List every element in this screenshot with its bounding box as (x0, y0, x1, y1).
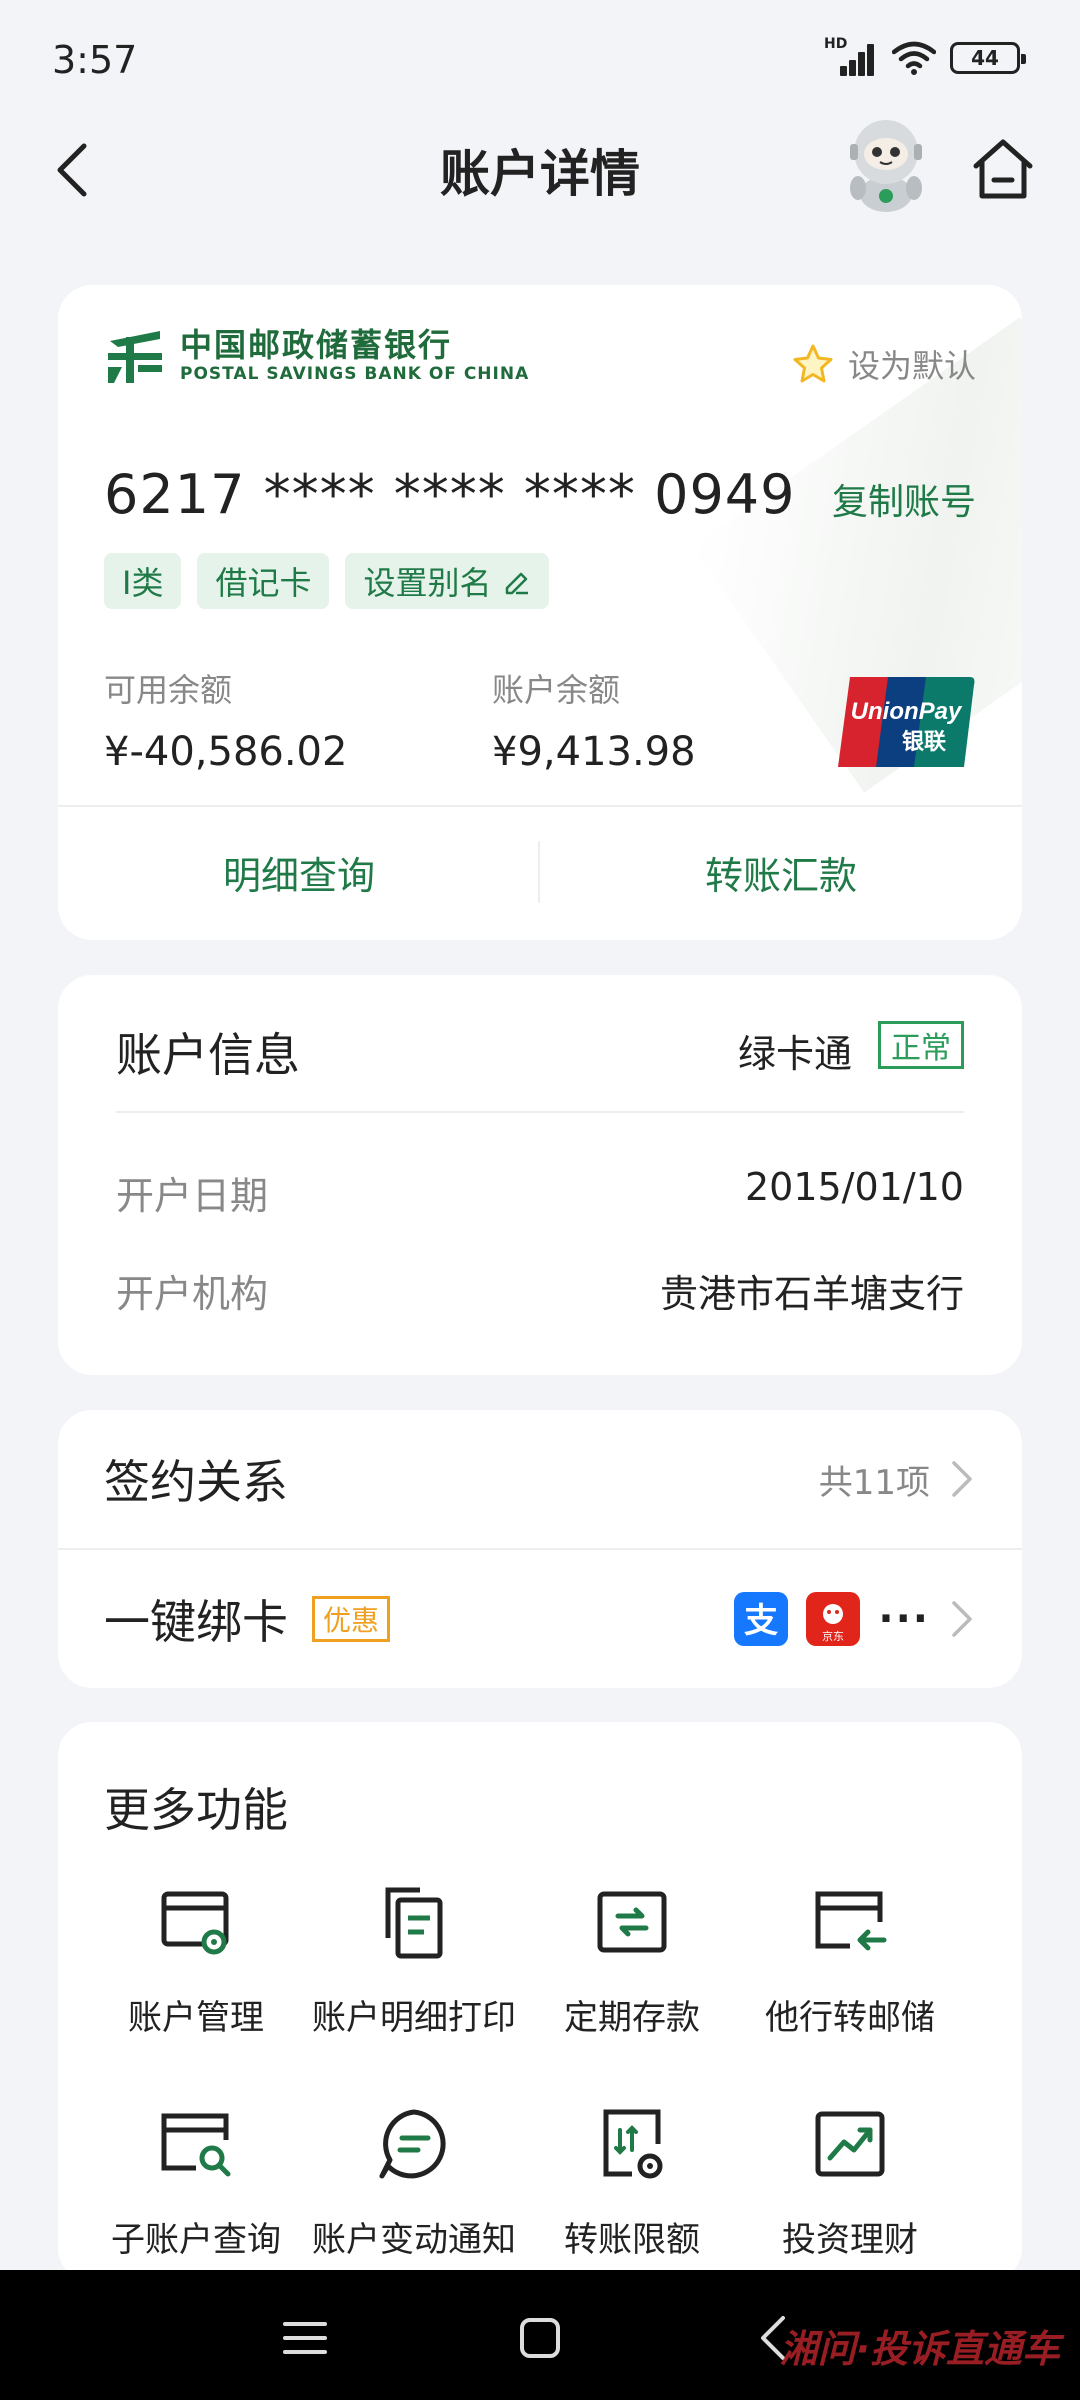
sub-account-search-icon (161, 2113, 231, 2177)
account-card: 中国邮政储蓄银行 POSTAL SAVINGS BANK OF CHINA 设为… (58, 285, 1022, 940)
func-investment[interactable]: 投资理财 (730, 2104, 970, 2261)
account-balance-label: 账户余额 (492, 671, 621, 709)
system-nav-bar: 湘问·投诉直通车 (0, 2270, 1080, 2400)
bank-name-cn: 中国邮政储蓄银行 (180, 326, 453, 364)
svg-text:京东: 京东 (822, 1629, 844, 1643)
battery-level: 44 (971, 46, 999, 70)
menu-icon[interactable] (275, 2308, 335, 2368)
func-account-manage[interactable]: 账户管理 (76, 1882, 316, 2039)
jd-icon: 京东 (806, 1592, 861, 1646)
func-fixed-deposit[interactable]: 定期存款 (512, 1882, 752, 2039)
available-balance: 可用余额 ¥-40,586.02 (104, 665, 347, 775)
account-balance-value: ¥9,413.98 (492, 729, 696, 775)
tag-class: I类 (104, 553, 182, 609)
wifi-icon (892, 41, 936, 75)
card-number: 6217 **** **** **** 0949 (104, 463, 796, 526)
watermark: 湘问·投诉直通车 (779, 2327, 1060, 2371)
robot-mascot-icon[interactable] (836, 114, 936, 214)
star-icon (793, 344, 833, 383)
home-square-icon[interactable] (510, 2308, 570, 2368)
more-functions-card: 更多功能 账户管理 账户明细打印 定期存款 他行转邮储 子账户查询 账户变动通知… (58, 1722, 1022, 2282)
sign-relations-title: 签约关系 (104, 1455, 288, 1509)
transaction-query-button[interactable]: 明细查询 (58, 805, 540, 940)
pencil-icon (506, 572, 529, 595)
svg-text:UnionPay: UnionPay (851, 698, 963, 725)
svg-text:银联: 银联 (902, 730, 946, 755)
statement-print-icon (385, 1887, 443, 1959)
quick-bind-row[interactable]: 一键绑卡 优惠 支 京东 ··· (104, 1550, 976, 1688)
status-time: 3:57 (52, 38, 138, 82)
network-type: HD (824, 36, 848, 52)
set-alias-button[interactable]: 设置别名 (345, 553, 550, 609)
func-statement-print[interactable]: 账户明细打印 (294, 1882, 534, 2039)
change-notice-icon (379, 2109, 446, 2179)
chevron-right-icon (952, 1461, 972, 1497)
tags: I类 借记卡 设置别名 (104, 553, 550, 609)
account-info-card: 账户信息 绿卡通 正常 开户日期 2015/01/10 开户机构 贵港市石羊塘支… (58, 975, 1022, 1375)
sign-relations-row[interactable]: 签约关系 共11项 (104, 1410, 976, 1548)
status-badge: 正常 (878, 1021, 964, 1069)
func-transfer-limit[interactable]: 转账限额 (512, 2104, 752, 2261)
transfer-button[interactable]: 转账汇款 (540, 805, 1022, 940)
home-icon[interactable] (968, 134, 1038, 204)
func-transfer-in[interactable]: 他行转邮储 (730, 1882, 970, 2039)
account-balance: 账户余额 ¥9,413.98 (492, 665, 696, 775)
quick-bind-title: 一键绑卡 (104, 1595, 288, 1649)
more-dots-icon: ··· (878, 1596, 930, 1642)
available-balance-value: ¥-40,586.02 (104, 729, 348, 775)
signal-icon: HD (824, 36, 878, 76)
sign-card: 签约关系 共11项 一键绑卡 优惠 支 京东 ··· (58, 1410, 1022, 1688)
func-sub-account-search[interactable]: 子账户查询 (76, 2104, 316, 2261)
promo-badge: 优惠 (312, 1596, 391, 1642)
func-change-notice[interactable]: 账户变动通知 (294, 2104, 534, 2261)
transfer-limit-icon (603, 2109, 663, 2179)
account-info-title: 账户信息 (116, 1028, 300, 1082)
account-product: 绿卡通 (737, 1032, 852, 1076)
transfer-in-icon (815, 1891, 887, 1951)
fixed-deposit-icon (597, 1891, 667, 1953)
unionpay-logo: UnionPay 银联 (838, 677, 975, 767)
account-manage-icon (161, 1891, 229, 1955)
psbc-emblem-icon (108, 331, 162, 383)
chevron-right-icon (952, 1601, 972, 1637)
open-date-row: 开户日期 2015/01/10 (116, 1165, 964, 1220)
set-default-label: 设为默认 (847, 347, 976, 385)
bank-logo: 中国邮政储蓄银行 POSTAL SAVINGS BANK OF CHINA (104, 325, 529, 387)
bank-name-en: POSTAL SAVINGS BANK OF CHINA (180, 364, 530, 384)
open-branch-label: 开户机构 (116, 1272, 269, 1316)
open-branch-row: 开户机构 贵港市石羊塘支行 (116, 1263, 964, 1318)
header: 账户详情 (0, 120, 1080, 220)
copy-number-button[interactable]: 复制账号 (832, 473, 976, 525)
open-date-value: 2015/01/10 (744, 1165, 964, 1209)
sign-count: 共11项 (818, 1462, 930, 1503)
alipay-icon: 支 (734, 1592, 789, 1646)
investment-icon (815, 2111, 885, 2177)
available-balance-label: 可用余额 (104, 671, 233, 709)
status-icons: HD 44 (824, 36, 1026, 76)
status-bar: 3:57 HD 44 (0, 0, 1080, 120)
more-functions-title: 更多功能 (104, 1783, 288, 1837)
svg-text:支: 支 (744, 1601, 778, 1641)
tag-card-type: 借记卡 (197, 553, 330, 609)
set-default-button[interactable]: 设为默认 (792, 341, 976, 387)
open-branch-value: 贵港市石羊塘支行 (659, 1272, 964, 1316)
battery-icon: 44 (950, 42, 1026, 74)
open-date-label: 开户日期 (116, 1174, 269, 1218)
